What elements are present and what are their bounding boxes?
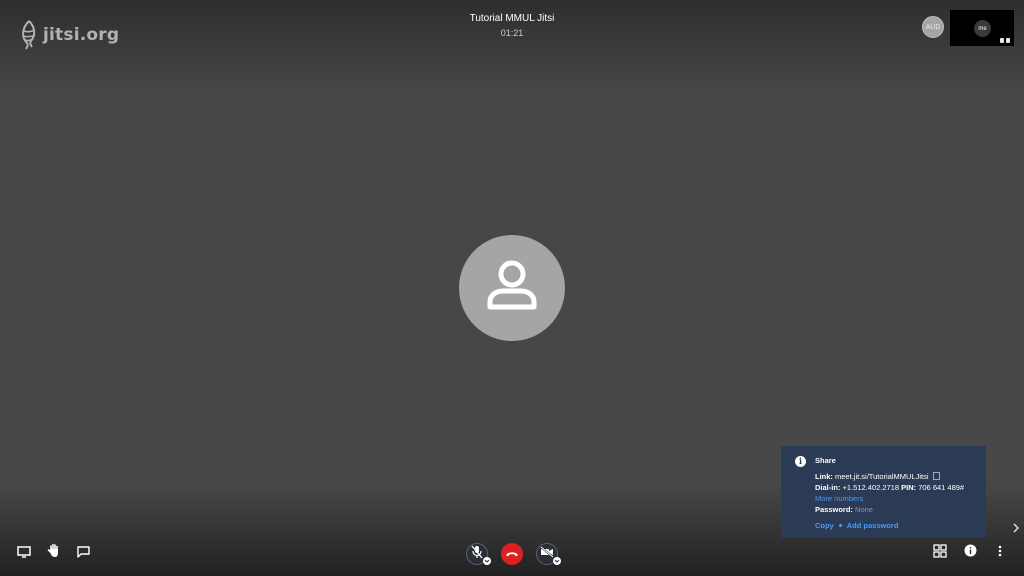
microphone-muted-icon [471,545,483,564]
logo-text: jitsi.org [43,25,120,45]
meeting-title: Tutorial MMUL Jitsi [469,13,555,24]
pin-value: 706 641 489# [918,483,965,492]
info-icon: i [795,456,806,467]
meeting-subject: Tutorial MMUL Jitsi 01:21 [412,12,612,39]
share-info-panel: i Share Link: meet.jit.si/TutorialMMULJi… [781,446,986,538]
camera-options-chevron-icon[interactable] [553,557,561,565]
separator-dot [838,524,842,527]
camera-muted-icon [540,545,554,563]
dominant-speaker-avatar [459,235,565,341]
connection-indicator-icon [1000,38,1004,43]
share-link-row: Link: meet.jit.si/TutorialMMULJitsi [815,471,976,482]
pin-label: PIN: [901,483,917,492]
user-silhouette-icon [481,255,543,322]
password-value: None [855,505,873,514]
tile-view-button[interactable] [931,543,949,563]
local-video-thumbnail[interactable]: me [950,10,1014,46]
chat-icon [76,545,90,563]
share-actions: Copy Add password [815,520,976,531]
meeting-link[interactable]: meet.jit.si/TutorialMMULJitsi [835,472,929,481]
link-label: Link: [815,472,833,481]
share-title: Share [815,456,836,465]
dialin-label: Dial-in: [815,483,841,492]
jitsi-leaf-icon [18,19,40,51]
muted-indicator-icon [1006,38,1010,43]
meeting-timer: 01:21 [500,28,524,38]
info-icon [964,544,977,562]
chevron-right-icon[interactable] [1011,521,1021,535]
remote-participant-avatar[interactable]: AUD [922,16,944,38]
more-options-icon [998,544,1002,562]
screen-share-icon [17,545,31,563]
chat-button[interactable] [74,545,92,563]
info-button[interactable] [961,544,979,562]
share-password-row: Password: None [815,504,976,515]
hangup-icon [505,545,519,563]
hangup-button[interactable] [501,543,523,565]
microphone-button[interactable] [466,543,491,565]
local-participant-avatar: me [974,20,991,37]
tile-view-icon [933,543,947,563]
screen-share-button[interactable] [15,545,33,563]
dialin-number: +1.512.402.2718 [842,483,900,492]
add-password-button[interactable]: Add password [847,520,899,531]
local-status-indicators [1000,38,1010,43]
raise-hand-button[interactable] [45,543,63,563]
password-label: Password: [815,505,853,514]
copy-button[interactable]: Copy [815,520,834,531]
camera-button[interactable] [536,543,561,565]
more-numbers-link[interactable]: More numbers [815,493,976,504]
share-dialin-row: Dial-in: +1.512.402.2718 PIN: 706 641 48… [815,482,976,493]
jitsi-logo[interactable]: jitsi.org [18,19,119,51]
copy-icon[interactable] [932,472,940,480]
more-options-button[interactable] [991,544,1009,562]
microphone-options-chevron-icon[interactable] [483,557,491,565]
raise-hand-icon [47,543,61,563]
conference-stage: jitsi.org Tutorial MMUL Jitsi 01:21 AUD … [0,0,1024,576]
